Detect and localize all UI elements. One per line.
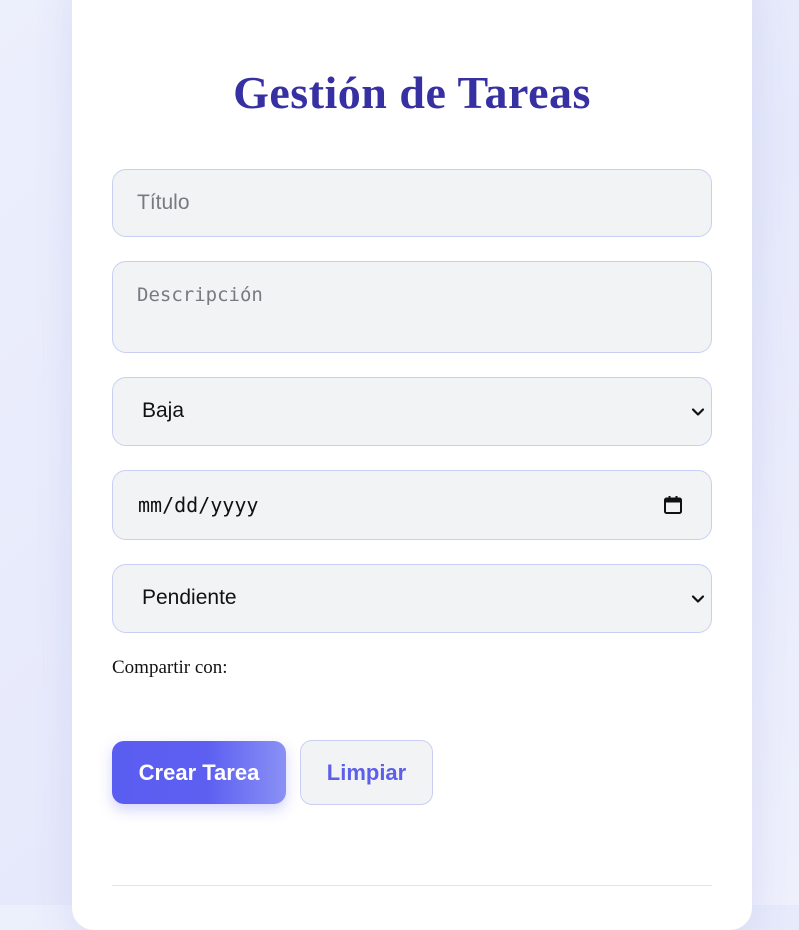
- section-divider: [112, 885, 712, 886]
- priority-selected-value: Baja: [142, 399, 185, 422]
- due-date-placeholder: mm/dd/yyyy: [138, 493, 259, 517]
- calendar-icon[interactable]: [663, 495, 683, 515]
- due-date-input[interactable]: mm/dd/yyyy: [112, 470, 712, 540]
- share-with-label: Compartir con:: [112, 657, 228, 678]
- chevron-down-icon: [691, 408, 705, 416]
- status-selected-value: Pendiente: [142, 586, 237, 609]
- status-select[interactable]: Pendiente: [112, 564, 712, 633]
- chevron-down-icon: [691, 595, 705, 603]
- description-placeholder: Descripción: [137, 284, 263, 306]
- title-placeholder: Título: [137, 191, 190, 214]
- priority-select[interactable]: Baja: [112, 377, 712, 446]
- description-textarea[interactable]: Descripción: [112, 261, 712, 353]
- clear-button[interactable]: Limpiar: [300, 740, 433, 805]
- create-task-button[interactable]: Crear Tarea: [112, 741, 286, 804]
- page-title: Gestión de Tareas: [233, 67, 591, 118]
- title-input[interactable]: Título: [112, 169, 712, 237]
